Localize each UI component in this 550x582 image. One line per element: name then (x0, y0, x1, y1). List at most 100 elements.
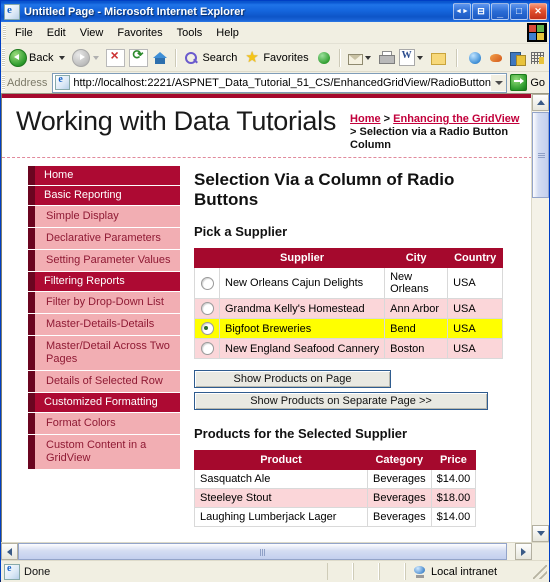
radio-button-icon[interactable] (200, 276, 214, 290)
menu-file[interactable]: File (8, 25, 40, 41)
messenger-button[interactable] (465, 47, 486, 69)
caret-down-icon (536, 531, 545, 536)
home-button[interactable] (150, 47, 171, 69)
maximize-button[interactable]: □ (510, 3, 528, 20)
close-button[interactable]: ✕ (529, 3, 547, 20)
menu-favorites[interactable]: Favorites (110, 25, 169, 41)
media-icon (316, 50, 333, 66)
real-button[interactable] (486, 47, 507, 69)
scroll-down-button[interactable] (532, 525, 549, 542)
address-input[interactable]: http://localhost:2221/ASPNET_Data_Tutori… (52, 72, 508, 93)
vertical-scroll-thumb[interactable] (532, 112, 549, 198)
refresh-button[interactable] (127, 47, 150, 69)
table-row[interactable]: New Orleans Cajun Delights New Orleans U… (194, 267, 504, 299)
snippet-button[interactable] (528, 47, 549, 69)
supplier-name: Bigfoot Breweries (218, 318, 386, 339)
sidebar-item-customized-formatting[interactable]: Customized Formatting (28, 393, 180, 412)
supplier-radio-cell[interactable] (194, 298, 220, 319)
table-row[interactable]: New England Seafood Cannery Boston USA (194, 338, 504, 359)
sidebar-item-basic-reporting[interactable]: Basic Reporting (28, 186, 180, 205)
go-label: Go (530, 76, 545, 89)
stop-button[interactable] (104, 47, 127, 69)
mail-button[interactable] (345, 47, 376, 69)
horizontal-scrollbar[interactable] (1, 542, 549, 560)
sidebar-item-details-of-selected-row[interactable]: Details of Selected Row (28, 371, 180, 392)
menu-help[interactable]: Help (209, 25, 246, 41)
sidebar-item-home[interactable]: Home (28, 166, 180, 185)
breadcrumb-home-link[interactable]: Home (350, 113, 381, 125)
table-row[interactable]: Grandma Kelly's Homestead Ann Arbor USA (194, 298, 504, 319)
sidebar-item-filtering-reports[interactable]: Filtering Reports (28, 272, 180, 291)
supplier-col-city: City (384, 248, 449, 268)
vertical-scrollbar[interactable] (531, 94, 549, 542)
action-buttons: Show Products on Page Show Products on S… (194, 370, 522, 410)
restore-glyph: ◄► (455, 8, 469, 15)
horizontal-scroll-track[interactable] (507, 543, 515, 560)
discuss-button[interactable] (428, 47, 449, 69)
search-icon (183, 50, 200, 66)
page-icon (55, 74, 71, 90)
status-text: Done (24, 565, 51, 578)
print-button[interactable] (376, 47, 397, 69)
back-button[interactable]: Back (7, 47, 70, 69)
product-name: Steeleye Stout (194, 488, 368, 508)
sidebar-item-setting-parameter-values[interactable]: Setting Parameter Values (28, 250, 180, 271)
scrollbar-corner (532, 543, 549, 560)
refresh-icon (129, 47, 149, 67)
radio-button-selected-icon[interactable] (200, 322, 214, 335)
stop-icon (106, 47, 126, 67)
resize-grip[interactable] (533, 564, 547, 579)
horizontal-scroll-thumb[interactable] (18, 543, 507, 560)
media-button[interactable] (314, 47, 335, 69)
supplier-col-select (194, 248, 220, 268)
sidebar-item-master-detail-across-two-pages[interactable]: Master/Detail Across Two Pages (28, 336, 180, 370)
back-dropdown-icon[interactable] (59, 55, 66, 60)
radio-button-icon[interactable] (200, 342, 214, 355)
scroll-left-button[interactable] (1, 543, 18, 560)
window-group-button[interactable]: ⊟ (472, 3, 490, 20)
search-button[interactable]: Search (181, 47, 242, 69)
favorites-button[interactable]: Favorites (242, 47, 313, 69)
scroll-up-button[interactable] (532, 94, 549, 111)
address-dropdown-button[interactable] (491, 74, 507, 91)
sidebar-item-simple-display[interactable]: Simple Display (28, 206, 180, 227)
show-products-on-page-button[interactable]: Show Products on Page (194, 370, 391, 388)
products-gridview: Product Category Price Sasquatch Ale Bev… (194, 450, 477, 527)
sidebar-item-master-details-details[interactable]: Master-Details-Details (28, 314, 180, 335)
sidebar-item-custom-content-in-a-gridview[interactable]: Custom Content in a GridView (28, 435, 180, 469)
edit-dropdown-icon[interactable] (416, 55, 423, 60)
sidebar-item-filter-by-drop-down-list[interactable]: Filter by Drop-Down List (28, 292, 180, 313)
menu-tools[interactable]: Tools (170, 25, 210, 41)
sidebar-item-declarative-parameters[interactable]: Declarative Parameters (28, 228, 180, 249)
table-row: Steeleye Stout Beverages $18.00 (194, 488, 477, 508)
menu-view[interactable]: View (73, 25, 111, 41)
mail-dropdown-icon[interactable] (364, 55, 371, 60)
window-title: Untitled Page - Microsoft Internet Explo… (24, 5, 245, 18)
page-viewport: Working with Data Tutorials Home > Enhan… (1, 94, 549, 542)
breadcrumb-section-link[interactable]: Enhancing the GridView (393, 113, 519, 125)
minimize-button[interactable]: _ (491, 3, 509, 20)
restore-down-button[interactable]: ◄► (453, 3, 471, 20)
forward-button[interactable] (70, 47, 104, 69)
navigation-toolbar: Back Search Favorites (1, 44, 549, 72)
menu-bar: File Edit View Favorites Tools Help (1, 22, 549, 44)
supplier-radio-cell[interactable] (194, 338, 220, 359)
scroll-right-button[interactable] (515, 543, 532, 560)
edit-word-button[interactable] (397, 47, 428, 69)
show-products-separate-page-button[interactable]: Show Products on Separate Page >> (194, 392, 488, 410)
radio-button-icon[interactable] (200, 302, 214, 315)
page-title: Selection Via a Column of Radio Buttons (194, 170, 455, 209)
research-button[interactable] (507, 47, 528, 69)
status-page-icon (4, 563, 20, 580)
star-icon (244, 50, 261, 66)
forward-dropdown-icon[interactable] (93, 55, 100, 60)
supplier-radio-cell[interactable] (194, 318, 220, 339)
chevron-down-icon (494, 80, 503, 85)
go-button[interactable]: Go (507, 74, 549, 91)
security-zone[interactable]: Local intranet (405, 563, 533, 580)
supplier-country: USA (447, 298, 504, 319)
supplier-radio-cell[interactable] (194, 267, 220, 299)
menu-edit[interactable]: Edit (40, 25, 73, 41)
sidebar-item-format-colors[interactable]: Format Colors (28, 413, 180, 434)
table-row[interactable]: Bigfoot Breweries Bend USA (194, 318, 504, 339)
